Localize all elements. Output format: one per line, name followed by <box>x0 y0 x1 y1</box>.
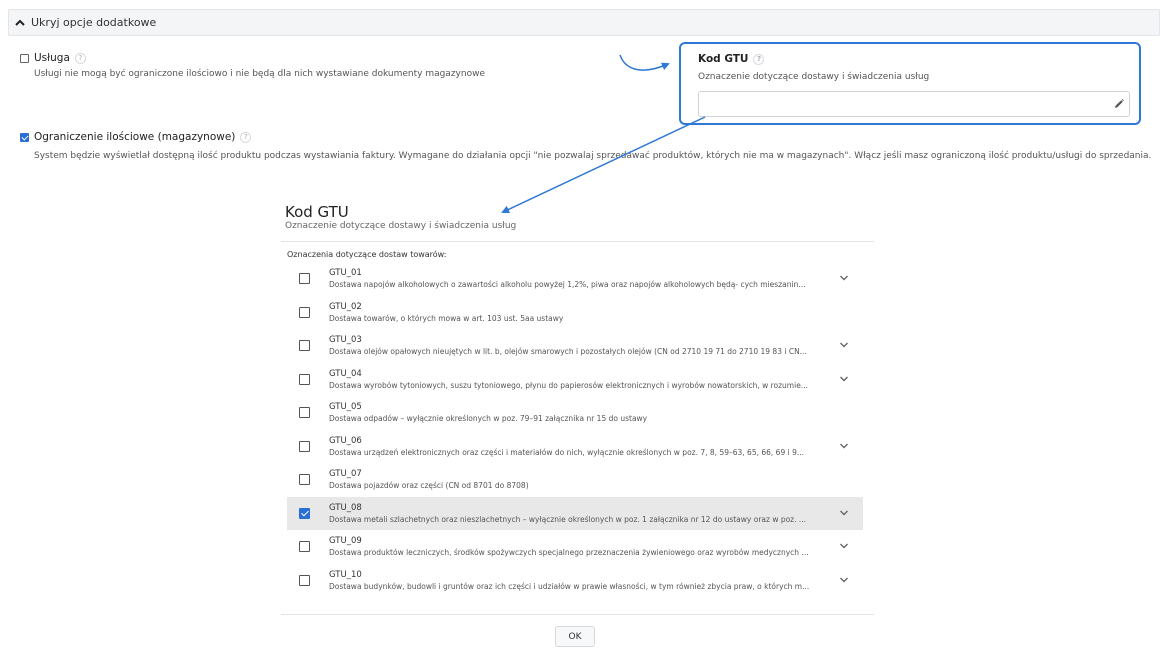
gtu-description: Dostawa odpadów – wyłącznie określonych … <box>329 414 648 423</box>
divider <box>281 614 874 615</box>
gtu-checkbox[interactable] <box>299 440 310 452</box>
ograniczenie-description: System będzie wyświetlał dostępną ilość … <box>34 151 1152 161</box>
gtu-description: Dostawa produktów leczniczych, środków s… <box>329 548 809 557</box>
ograniczenie-checkbox[interactable] <box>20 132 29 142</box>
gtu-checkbox[interactable] <box>299 340 310 352</box>
gtu-description: Dostawa wyrobów tytoniowych, suszu tyton… <box>329 380 808 390</box>
gtu-list-item-gtu_01[interactable]: GTU_01 Dostawa napojów alkoholowych o za… <box>287 262 863 296</box>
gtu-checkbox[interactable] <box>299 474 310 486</box>
gtu-field-highlight: Kod GTU ? Oznaczenie dotyczące dostawy i… <box>679 42 1141 125</box>
pencil-icon[interactable] <box>1113 98 1125 110</box>
chevron-down-icon[interactable] <box>839 341 849 349</box>
help-icon[interactable]: ? <box>240 131 252 143</box>
gtu-list-item-gtu_07[interactable]: GTU_07 Dostawa pojazdów oraz części (CN … <box>287 463 863 497</box>
gtu-list-item-gtu_04[interactable]: GTU_04 Dostawa wyrobów tytoniowych, susz… <box>287 363 863 397</box>
help-icon[interactable]: ? <box>74 52 86 64</box>
gtu-list-item-gtu_03[interactable]: GTU_03 Dostawa olejów opałowych nieujęty… <box>287 329 863 363</box>
divider <box>281 241 874 242</box>
option-usluga: Usługa ? Usługi nie mogą być ograniczone… <box>20 52 485 79</box>
modal-subtitle: Oznaczenie dotyczące dostawy i świadczen… <box>285 221 517 231</box>
gtu-checkbox[interactable] <box>299 541 310 553</box>
chevron-down-icon[interactable] <box>839 576 849 584</box>
help-icon[interactable]: ? <box>753 53 765 65</box>
section-label: Oznaczenia dotyczące dostaw towarów: <box>287 250 447 259</box>
gtu-field-description: Oznaczenie dotyczące dostawy i świadczen… <box>698 72 930 82</box>
chevron-down-icon[interactable] <box>839 442 849 450</box>
gtu-field-label: Kod GTU <box>698 53 749 65</box>
ok-button[interactable]: OK <box>555 626 595 647</box>
chevron-up-icon <box>15 19 25 26</box>
gtu-input[interactable] <box>698 91 1130 117</box>
gtu-checkbox[interactable] <box>299 273 310 285</box>
gtu-checkbox[interactable] <box>299 373 310 385</box>
gtu-description: Dostawa olejów opałowych nieujętych w li… <box>329 347 807 356</box>
curved-arrow <box>619 54 670 71</box>
gtu-list-item-gtu_08[interactable]: GTU_08 Dostawa metali szlachetnych oraz … <box>287 496 863 530</box>
gtu-list-item-gtu_10[interactable]: GTU_10 Dostawa budynków, budowli i grunt… <box>287 564 863 598</box>
gtu-code: GTU_10 <box>329 569 362 580</box>
chevron-down-icon[interactable] <box>839 375 849 383</box>
gtu-list-item-gtu_05[interactable]: GTU_05 Dostawa odpadów – wyłącznie okreś… <box>287 396 863 430</box>
gtu-checkbox[interactable] <box>299 407 310 419</box>
gtu-code: GTU_05 <box>329 402 362 412</box>
gtu-description: Dostawa urządzeń elektronicznych oraz cz… <box>329 447 804 457</box>
usluga-description: Usługi nie mogą być ograniczone ilościow… <box>34 69 485 79</box>
gtu-description: Dostawa napojów alkoholowych o zawartośc… <box>329 280 806 289</box>
option-ograniczenie: Ograniczenie ilościowe (magazynowe) ? Sy… <box>20 131 1151 161</box>
gtu-checkbox[interactable] <box>299 574 310 586</box>
advanced-options-toggle[interactable]: Ukryj opcje dodatkowe <box>8 9 1160 36</box>
gtu-list-item-gtu_02[interactable]: GTU_02 Dostawa towarów, o których mowa w… <box>287 296 863 330</box>
gtu-code: GTU_02 <box>329 301 362 312</box>
gtu-list-item-gtu_09[interactable]: GTU_09 Dostawa produktów leczniczych, śr… <box>287 530 863 564</box>
usluga-checkbox[interactable] <box>20 53 29 63</box>
gtu-code: GTU_06 <box>329 435 362 446</box>
usluga-label: Usługa <box>34 52 70 64</box>
chevron-down-icon[interactable] <box>839 509 849 517</box>
gtu-description: Dostawa pojazdów oraz części (CN od 8701… <box>329 481 529 490</box>
gtu-description: Dostawa budynków, budowli i gruntów oraz… <box>329 581 810 591</box>
chevron-down-icon[interactable] <box>839 274 849 282</box>
gtu-code: GTU_08 <box>329 502 362 513</box>
gtu-code: GTU_09 <box>329 536 362 546</box>
modal-title: Kod GTU <box>285 203 349 221</box>
gtu-code: GTU_04 <box>329 368 362 379</box>
gtu-code: GTU_07 <box>329 469 362 479</box>
gtu-code: GTU_01 <box>329 268 362 278</box>
chevron-down-icon[interactable] <box>839 542 849 550</box>
gtu-checkbox[interactable] <box>299 507 310 519</box>
gtu-checkbox[interactable] <box>299 306 310 318</box>
gtu-list: GTU_01 Dostawa napojów alkoholowych o za… <box>287 262 863 597</box>
gtu-description: Dostawa metali szlachetnych oraz nieszla… <box>329 514 807 524</box>
gtu-list-item-gtu_06[interactable]: GTU_06 Dostawa urządzeń elektronicznych … <box>287 430 863 464</box>
ograniczenie-label: Ograniczenie ilościowe (magazynowe) <box>34 131 236 143</box>
gtu-code: GTU_03 <box>329 335 362 345</box>
gtu-description: Dostawa towarów, o których mowa w art. 1… <box>329 313 564 323</box>
advanced-options-label: Ukryj opcje dodatkowe <box>31 16 157 29</box>
